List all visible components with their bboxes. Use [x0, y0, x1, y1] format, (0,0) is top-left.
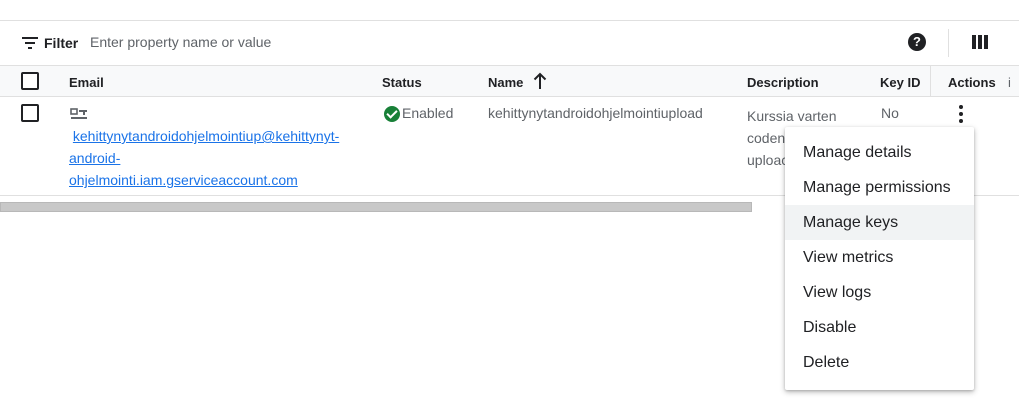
toolbar-divider — [948, 29, 949, 57]
menu-item-view-metrics[interactable]: View metrics — [785, 240, 974, 275]
table-header: Email Status Name Description Key ID Act… — [0, 65, 1019, 97]
help-icon[interactable]: ? — [908, 33, 926, 51]
column-header-description[interactable]: Description — [747, 75, 819, 90]
menu-item-delete[interactable]: Delete — [785, 345, 974, 380]
column-header-status[interactable]: Status — [382, 75, 422, 90]
service-account-icon — [70, 108, 87, 119]
column-header-key-id[interactable]: Key ID — [880, 75, 920, 90]
filter-bar: Filter ? — [0, 21, 1019, 65]
menu-item-disable[interactable]: Disable — [785, 310, 974, 345]
email-line-2[interactable]: android- — [69, 150, 120, 166]
service-account-email-link[interactable]: kehittynytandroidohjelmointiup@kehittyny… — [69, 125, 359, 191]
status-text: Enabled — [402, 105, 454, 121]
email-line-1[interactable]: kehittynytandroidohjelmointiup@kehittyny… — [73, 128, 339, 144]
menu-item-manage-keys[interactable]: Manage keys — [785, 205, 974, 240]
menu-item-manage-permissions[interactable]: Manage permissions — [785, 170, 974, 205]
filter-input[interactable] — [90, 29, 590, 55]
menu-item-view-logs[interactable]: View logs — [785, 275, 974, 310]
column-header-actions: Actions — [948, 75, 996, 90]
actions-menu: Manage details Manage permissions Manage… — [785, 127, 974, 390]
filter-label[interactable]: Filter — [44, 35, 78, 51]
horizontal-scrollbar[interactable] — [0, 202, 752, 212]
filter-icon[interactable] — [22, 37, 38, 49]
check-circle-icon — [384, 106, 400, 122]
more-vert-icon[interactable] — [958, 105, 964, 125]
select-all-checkbox[interactable] — [21, 72, 39, 90]
column-header-name[interactable]: Name — [488, 75, 523, 90]
column-header-email[interactable]: Email — [69, 75, 104, 90]
key-id-cell: No — [881, 105, 899, 121]
sort-ascending-icon[interactable] — [533, 72, 547, 90]
column-header-overflow: i — [1008, 75, 1011, 90]
actions-header-cell: Actions — [930, 66, 1019, 96]
view-columns-icon[interactable] — [972, 35, 988, 49]
menu-item-manage-details[interactable]: Manage details — [785, 135, 974, 170]
row-checkbox[interactable] — [21, 104, 39, 122]
name-cell: kehittynytandroidohjelmointiupload — [488, 105, 703, 121]
email-line-3[interactable]: ohjelmointi.iam.gserviceaccount.com — [69, 172, 298, 188]
